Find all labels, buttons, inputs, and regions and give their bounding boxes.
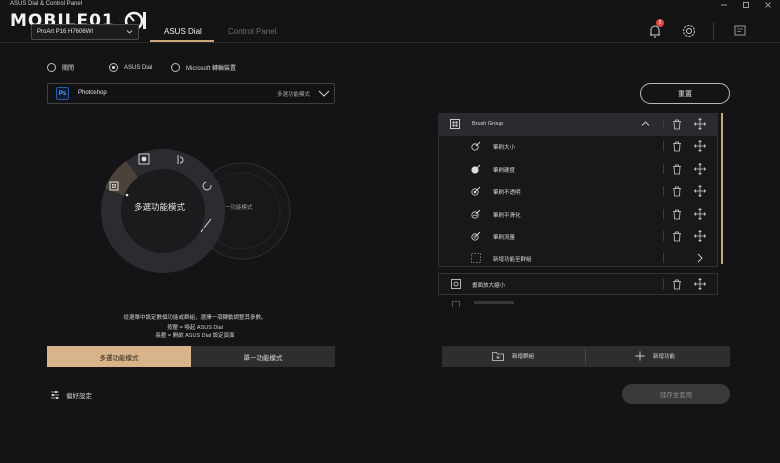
item-label: 筆刷不透明: [493, 190, 521, 196]
photoshop-icon: Ps: [56, 87, 69, 100]
chevron-up-icon[interactable]: [641, 120, 650, 127]
list-item[interactable]: 筆刷不透明: [470, 185, 718, 198]
row-separator: [663, 231, 664, 241]
feedback-icon[interactable]: [731, 22, 749, 40]
trash-icon[interactable]: [672, 164, 682, 175]
chevron-right-icon[interactable]: [697, 253, 703, 263]
reset-button[interactable]: 重置: [640, 83, 730, 104]
brush-flow-icon: [471, 231, 481, 241]
zoom-icon: [451, 279, 461, 289]
list-scrollbar[interactable]: [721, 113, 723, 264]
app-mode: 多選功能模式: [277, 92, 311, 98]
instruction-line-3: 長壓 = 開啟 ASUS Dial 設定頁面: [155, 333, 235, 339]
item-label: 筆刷平滑化: [493, 213, 521, 219]
list-item[interactable]: 筆刷流量: [470, 230, 718, 243]
list-item[interactable]: 筆刷硬度: [470, 163, 718, 176]
single-function-mode-button[interactable]: 單一功能模式: [191, 346, 335, 367]
row-separator: [663, 119, 664, 129]
move-icon[interactable]: [694, 230, 706, 242]
trash-icon[interactable]: [672, 119, 682, 130]
radio-microsoft-wheel-indicator: [171, 63, 180, 72]
minimize-icon[interactable]: [713, 0, 735, 10]
row-separator: [663, 186, 664, 196]
brush-smoothing-icon: [471, 209, 481, 219]
move-icon[interactable]: [694, 208, 706, 220]
add-function-button[interactable]: 新增功能: [635, 351, 675, 361]
brush-hardness-icon: [471, 164, 481, 174]
app-select[interactable]: Ps Photoshop 多選功能模式: [47, 83, 335, 104]
trash-icon[interactable]: [672, 279, 682, 290]
add-group-button[interactable]: 新增群組: [492, 351, 534, 361]
radio-asus-dial-indicator: [109, 63, 118, 72]
list-item[interactable]: 筆刷平滑化: [470, 208, 718, 221]
header-divider: [0, 42, 780, 43]
row-separator: [663, 279, 664, 289]
header-separator: [713, 22, 714, 40]
app-name: Photoshop: [78, 90, 107, 96]
row-separator: [663, 209, 664, 219]
row-separator: [663, 253, 664, 263]
folder-add-icon: [492, 352, 504, 361]
radio-off-indicator: [47, 63, 56, 72]
dial-ghost-label: 一功能模式: [225, 205, 253, 211]
zoom-function-label: 畫面放大縮小: [472, 283, 506, 289]
brush-size-icon: [471, 141, 481, 151]
row-separator: [663, 141, 664, 151]
brush-opacity-icon: [471, 186, 481, 196]
sliders-icon: [51, 391, 59, 399]
trash-icon[interactable]: [672, 231, 682, 242]
preferences-label: 偏好設定: [66, 393, 92, 400]
radio-microsoft-wheel-label: Microsoft 轉輪裝置: [186, 66, 237, 72]
add-function-label: 新增功能: [653, 354, 676, 360]
device-select[interactable]: ProArt P16 H7606WI: [31, 24, 139, 40]
group-name: Brush Group: [472, 121, 504, 127]
move-icon[interactable]: [694, 185, 706, 197]
add-to-group-row[interactable]: 新增功能至群組: [470, 253, 718, 265]
plus-icon: [635, 351, 645, 361]
trash-icon[interactable]: [672, 186, 682, 197]
radio-asus-dial-label: ASUS Dial: [124, 64, 153, 71]
tab-control-panel[interactable]: Control Panel: [228, 27, 276, 36]
window-title: ASUS Dial & Control Panel: [10, 1, 83, 7]
next-row-partial: [438, 301, 718, 307]
chevron-down-icon: [126, 30, 133, 34]
move-icon[interactable]: [694, 163, 706, 175]
radio-asus-dial[interactable]: ASUS Dial: [109, 63, 152, 72]
row-separator: [663, 164, 664, 174]
chevron-down-icon: [318, 90, 330, 97]
radio-microsoft-wheel[interactable]: Microsoft 轉輪裝置: [171, 63, 236, 72]
dial-center-label: 多選功能模式: [134, 202, 186, 212]
radio-off-label: 關閉: [62, 66, 75, 72]
item-label: 筆刷大小: [493, 145, 516, 151]
list-item[interactable]: 筆刷大小: [470, 140, 718, 153]
multi-function-mode-button[interactable]: 多選功能模式: [47, 346, 191, 367]
move-icon[interactable]: [694, 118, 706, 130]
save-apply-button[interactable]: 儲存並套用: [622, 384, 730, 404]
add-actions-bar: [442, 346, 730, 367]
bar-separator: [585, 349, 586, 364]
add-to-group-label: 新增功能至群組: [493, 257, 532, 263]
notification-badge: 2: [656, 19, 664, 27]
move-icon[interactable]: [694, 278, 706, 290]
instruction-line-2: 按壓 = 喚起 ASUS Dial: [167, 325, 223, 331]
radio-off[interactable]: 關閉: [47, 63, 74, 72]
device-name: ProArt P16 H7606WI: [37, 29, 94, 35]
add-group-label: 新增群組: [512, 354, 535, 360]
dashed-add-icon: [471, 253, 481, 263]
item-label: 筆刷硬度: [493, 168, 516, 174]
maximize-icon[interactable]: [735, 0, 757, 10]
move-icon[interactable]: [694, 140, 706, 152]
close-icon[interactable]: [757, 0, 779, 10]
item-label: 筆刷流量: [493, 235, 516, 241]
asus-dial-preview: [96, 148, 316, 288]
instruction-line-1: 從選單中設定數個功能或群組，選擇一項轉動調整其參數。: [123, 315, 267, 321]
group-icon: [450, 119, 460, 129]
preferences-button[interactable]: 偏好設定: [50, 390, 92, 400]
trash-icon[interactable]: [672, 141, 682, 152]
trash-icon[interactable]: [672, 209, 682, 220]
tab-asus-dial[interactable]: ASUS Dial: [164, 27, 202, 36]
gear-icon[interactable]: [680, 22, 698, 40]
